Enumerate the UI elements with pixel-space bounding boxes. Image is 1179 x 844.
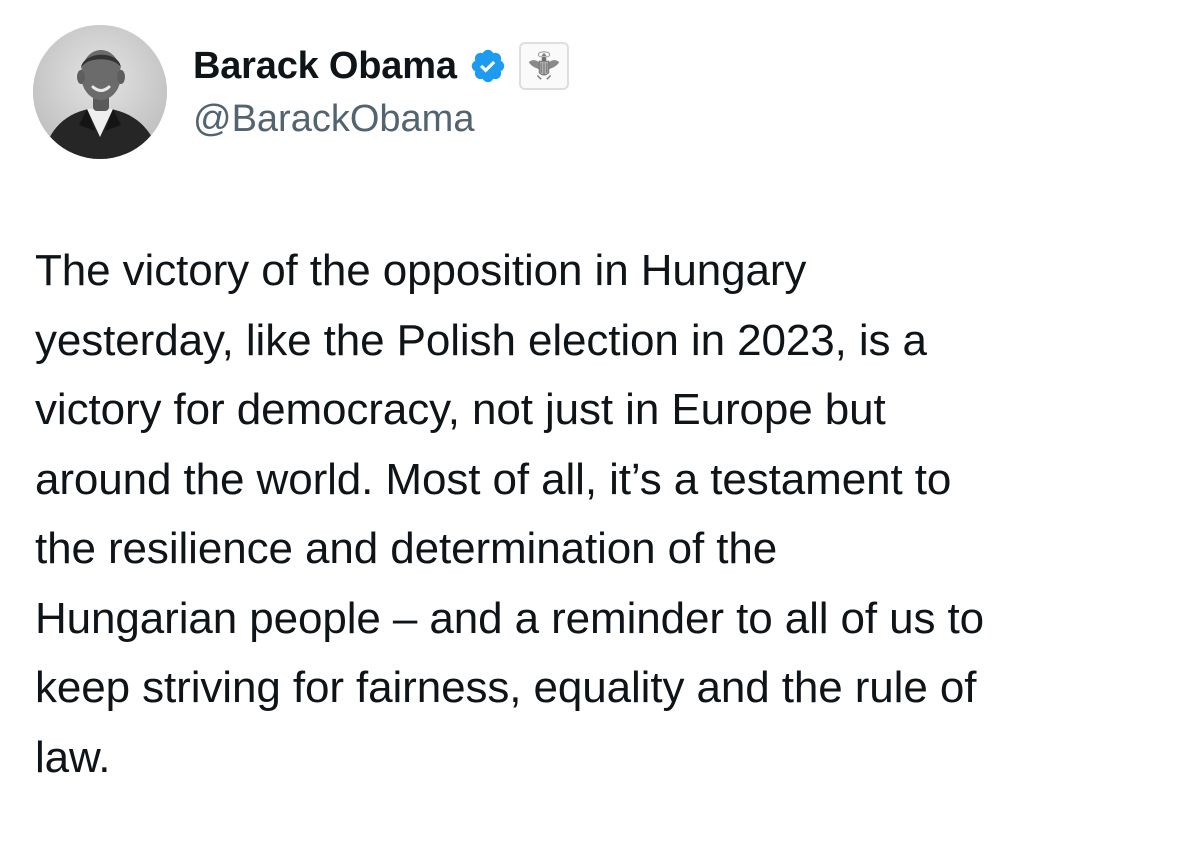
display-name[interactable]: Barack Obama xyxy=(193,45,457,88)
tweet-text-line: the resilience and determination of the xyxy=(35,524,778,573)
tweet-text-line: The victory of the opposition in Hungary xyxy=(35,246,807,295)
tweet-text: The victory of the opposition in Hungary… xyxy=(35,236,1150,792)
tweet-text-line: law. xyxy=(35,732,111,782)
profile-photo xyxy=(33,25,167,159)
verified-badge-icon xyxy=(469,47,507,85)
tweet-text-line: victory for democracy, not just in Europ… xyxy=(35,385,886,434)
avatar[interactable] xyxy=(33,25,167,159)
tweet-header: Barack Obama @BarackObama xyxy=(193,40,1133,141)
tweet-text-line: keep striving for fairness, equality and… xyxy=(35,663,977,712)
author-handle[interactable]: @BarackObama xyxy=(193,98,1133,141)
tweet-text-line: around the world. Most of all, it’s a te… xyxy=(35,454,952,504)
tweet-text-line: yesterday, like the Polish election in 2… xyxy=(35,315,927,365)
us-seal-icon[interactable] xyxy=(518,42,569,90)
tweet-card: Barack Obama @BarackObama The victory of… xyxy=(0,0,1179,844)
name-row: Barack Obama xyxy=(193,40,1133,92)
tweet-text-line: Hungarian people – and a reminder to all… xyxy=(35,593,985,643)
